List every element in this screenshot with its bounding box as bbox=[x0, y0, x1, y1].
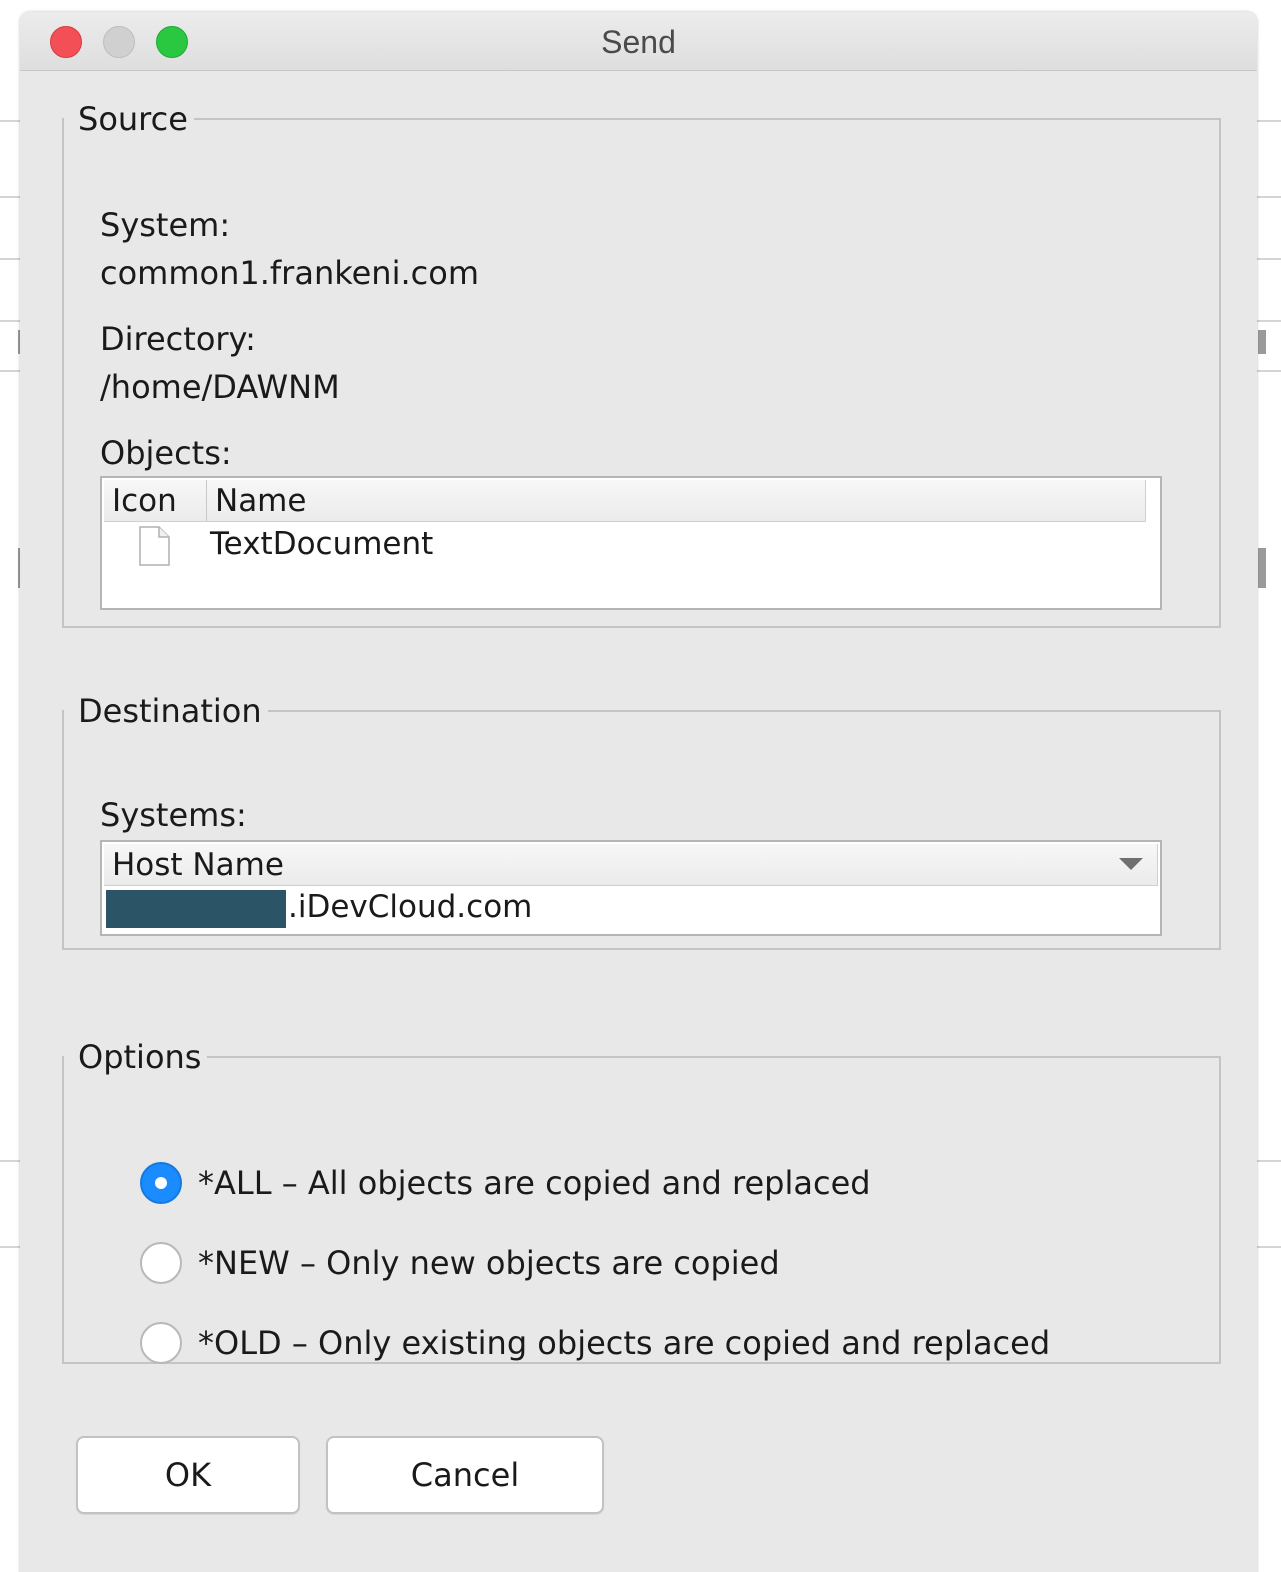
redacted-host-prefix bbox=[106, 890, 286, 928]
option-new-label[interactable]: *NEW – Only new objects are copied bbox=[198, 1242, 780, 1284]
background-line bbox=[1256, 320, 1281, 322]
host-name-suffix: .iDevCloud.com bbox=[288, 889, 533, 925]
object-name: TextDocument bbox=[210, 526, 434, 562]
column-header-icon[interactable]: Icon bbox=[104, 480, 206, 522]
column-header-name[interactable]: Name bbox=[206, 480, 1144, 522]
table-row[interactable]: .iDevCloud.com bbox=[104, 888, 1158, 932]
system-value: common1.frankeni.com bbox=[100, 254, 479, 292]
send-dialog: Send Source System: common1.frankeni.com… bbox=[20, 12, 1257, 1572]
background-line bbox=[1256, 1246, 1281, 1248]
directory-value: /home/DAWNM bbox=[100, 368, 340, 406]
ok-button[interactable]: OK bbox=[76, 1436, 300, 1514]
destination-legend: Destination bbox=[78, 692, 262, 730]
background-line bbox=[1256, 370, 1281, 372]
background-block bbox=[1258, 548, 1266, 588]
objects-table-header: Icon Name bbox=[104, 480, 1146, 522]
radio-old[interactable] bbox=[140, 1322, 182, 1364]
background-line bbox=[1256, 1160, 1281, 1162]
window-title: Send bbox=[601, 24, 676, 60]
background-line bbox=[1256, 258, 1281, 260]
table-row[interactable]: TextDocument bbox=[104, 524, 1158, 570]
option-old-label[interactable]: *OLD – Only existing objects are copied … bbox=[198, 1322, 1050, 1364]
background-line bbox=[1256, 196, 1281, 198]
systems-label: Systems: bbox=[100, 796, 247, 834]
options-group: Options *ALL – All objects are copied an… bbox=[62, 1038, 1221, 1364]
objects-label: Objects: bbox=[100, 434, 232, 472]
radio-new[interactable] bbox=[140, 1242, 182, 1284]
systems-table[interactable]: Host Name .iDevCloud.com bbox=[100, 840, 1162, 936]
objects-table[interactable]: Icon Name TextDocument bbox=[100, 476, 1162, 610]
option-all-label[interactable]: *ALL – All objects are copied and replac… bbox=[198, 1162, 871, 1204]
background-line bbox=[1256, 120, 1281, 122]
directory-label: Directory: bbox=[100, 320, 256, 358]
background-block bbox=[1258, 330, 1266, 354]
screen: Send Source System: common1.frankeni.com… bbox=[0, 0, 1281, 1572]
source-group: Source System: common1.frankeni.com Dire… bbox=[62, 100, 1221, 628]
document-icon bbox=[139, 526, 170, 566]
title-bar[interactable]: Send bbox=[20, 12, 1257, 71]
systems-table-header[interactable]: Host Name bbox=[104, 844, 1158, 886]
radio-all[interactable] bbox=[140, 1162, 182, 1204]
options-legend: Options bbox=[78, 1038, 202, 1076]
chevron-down-icon[interactable] bbox=[1119, 858, 1143, 870]
column-header-host-name: Host Name bbox=[112, 847, 284, 883]
destination-group: Destination Systems: Host Name .iDevClou… bbox=[62, 692, 1221, 950]
system-label: System: bbox=[100, 206, 231, 244]
cancel-button[interactable]: Cancel bbox=[326, 1436, 604, 1514]
source-legend: Source bbox=[78, 100, 188, 138]
